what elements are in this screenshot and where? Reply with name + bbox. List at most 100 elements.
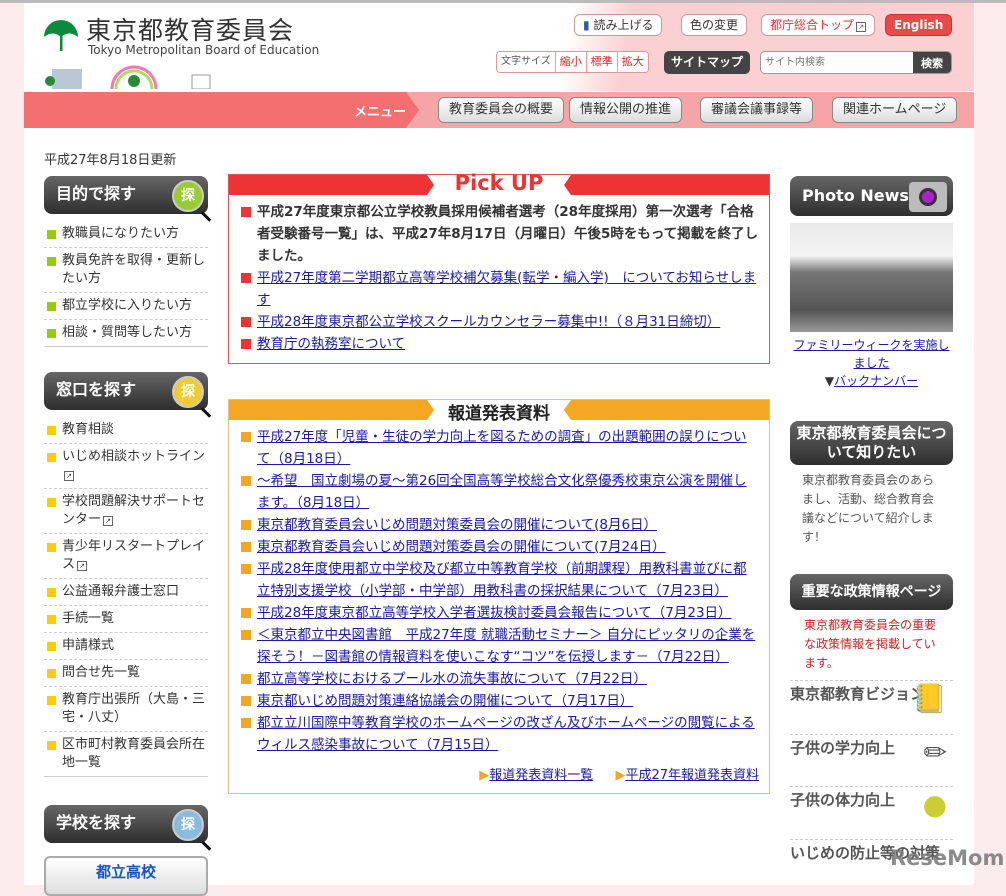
list-item[interactable]: 相談・質問等したい方 [44,320,208,347]
photo-caption-link[interactable]: ファミリーウィークを実施しました [793,338,949,370]
list-item[interactable]: 教員免許を取得・更新したい方 [44,248,208,293]
nav-council-minutes[interactable]: 審議会議事録等 [700,97,814,123]
pickup-item: 平成27年度東京都公立学校教員採用候補者選考（28年度採用）第一次選考「合格者受… [241,201,759,267]
list-item[interactable]: 教育庁出張所（大島・三宅・八丈） [44,687,208,732]
pickup-link[interactable]: 平成27年度第二学期都立高等学校補欠募集(転学・編入学) についてお知らせします [257,270,756,308]
nav-board-overview[interactable]: 教育委員会の概要 [438,97,565,123]
press-link[interactable]: 平成28年度東京都立高等学校入学者選抜検討委員会報告について（7月23日） [257,605,732,621]
magnifier-icon: 探 [172,809,204,841]
press-link[interactable]: 東京都いじめ問題対策連絡協議会の開催について（7月17日） [257,693,633,709]
pickup-header: Pick UP [229,171,769,197]
press-title: 報道発表資料 [448,404,550,424]
press-item: 平成28年度東京都立高等学校入学者選抜検討委員会報告について（7月23日） [241,602,759,624]
sitemap-button[interactable]: サイトマップ [664,51,751,74]
pickup-link[interactable]: 平成28年度東京都公立学校スクールカウンセラー募集中!!（８月31日締切） [257,314,720,330]
page: 東京都教育委員会 Tokyo Metropolitan Board of Edu… [24,3,974,896]
search-button[interactable]: 検索 [913,52,951,73]
pickup-item: 平成27年度第二学期都立高等学校補欠募集(転学・編入学) についてお知らせします [241,267,759,311]
press-item: ～希望 国立劇場の夏～第26回全国高等学校総合文化祭優秀校東京公演を開催します。… [241,470,759,514]
triangle-icon: ▶ [479,768,490,783]
list-item[interactable]: 申請様式 [44,633,208,660]
policy-item-label: 子供の体力向上 [790,791,896,809]
list-item[interactable]: 区市町村教育委員会所在地一覧 [44,732,208,777]
list-item[interactable]: いじめ相談ホットライン ↗ [44,444,208,489]
font-small-button[interactable]: 縮小 [554,52,586,72]
press-item: 東京都教育委員会いじめ問題対策委員会の開催について(7月24日） [241,536,759,558]
press-link[interactable]: 東京都教育委員会いじめ問題対策委員会の開催について(7月24日） [257,539,666,555]
read-aloud-label: 読み上げる [593,18,654,32]
policy-physical-link[interactable]: 子供の体力向上 ● [790,786,953,838]
font-standard-button[interactable]: 標準 [585,52,617,72]
tokyo-ginkgo-logo-icon [44,20,78,51]
notebook-icon: 📒 [912,682,947,715]
press-list-link[interactable]: 報道発表資料一覧 [489,768,593,783]
list-item[interactable]: 問合せ先一覧 [44,660,208,687]
site-search: 検索 [760,51,952,74]
school-scene-illustration [45,65,211,89]
resemom-watermark-logo: ReseMom. [890,846,1006,870]
magnifier-icon: 探 [172,376,204,408]
search-input[interactable] [761,52,911,73]
school-search-heading: 学校を探す 探 [44,805,208,843]
color-change-button[interactable]: 色の変更 [681,14,748,36]
list-item[interactable]: 都立学校に入りたい方 [44,293,208,320]
external-link-icon: ↗ [77,561,88,571]
org-name-en: Tokyo Metropolitan Board of Education [88,43,320,57]
font-large-button[interactable]: 拡大 [616,52,648,72]
list-item[interactable]: 教育相談 [44,417,208,444]
pickup-notice: 平成27年度東京都公立学校教員採用候補者選考（28年度採用）第一次選考「合格者受… [257,204,759,264]
press-link[interactable]: 平成28年度使用都立中学校及び都立中等教育学校（前期課程）用教科書並びに都立特別… [257,561,747,599]
list-item-label: 学校問題解決サポートセンター [62,494,206,527]
font-size-label: 文字サイズ [501,56,551,67]
metro-high-school-button[interactable]: 都立高校 [44,856,208,896]
nav-info-disclosure[interactable]: 情報公開の推進 [569,97,683,123]
triangle-down-icon: ▼ [824,374,835,388]
metro-top-link[interactable]: 都庁総合トップ ↗ [761,14,876,36]
press-link[interactable]: ＜東京都立中央図書館 平成27年度 就職活動セミナー＞ 自分にピッタリの企業を探… [257,627,755,665]
back-number-link[interactable]: バックナンバー [834,374,918,388]
list-item-label: 問合せ先一覧 [62,665,141,680]
press-link[interactable]: 平成27年度「児童・生徒の学力向上を図るための調査」の出題範囲の誤りについて（8… [257,429,747,467]
press-link[interactable]: ～希望 国立劇場の夏～第26回全国高等学校総合文化祭優秀校東京公演を開催します。… [257,473,747,511]
press-link[interactable]: 東京都教育委員会いじめ問題対策委員会の開催について(8月6日） [257,517,657,533]
window-search-heading: 窓口を探す 探 [44,372,208,410]
list-item[interactable]: 学校問題解決サポートセンター ↗ [44,489,208,534]
policy-heading[interactable]: 重要な政策情報ページ [790,574,953,610]
press-more-links: ▶報道発表資料一覧 ▶平成27年報道発表資料 [229,764,769,793]
purpose-search-heading: 目的で探す 探 [44,176,208,214]
read-aloud-button[interactable]: ▮ 読み上げる [574,14,663,36]
list-item[interactable]: 教職員になりたい方 [44,221,208,248]
press-header: 報道発表資料 [229,400,769,424]
font-size-control: 文字サイズ 縮小 標準 拡大 [496,51,649,73]
updated-date: 平成27年8月18日更新 [44,153,177,168]
org-name[interactable]: 東京都教育委員会 [86,11,294,47]
school-search-title: 学校を探す [56,813,137,832]
pickup-title: Pick UP [454,171,544,195]
list-item-label: 教員免許を取得・更新したい方 [62,253,206,286]
list-item-label: 相談・質問等したい方 [62,325,193,340]
nav-related-pages[interactable]: 関連ホームページ [832,97,958,123]
press-link[interactable]: 都立立川国際中等教育学校のホームページの改ざん及びホームページの閲覧によるウィル… [257,715,755,753]
press-item: 都立高等学校におけるプール水の流失事故について（7月22日） [241,668,759,690]
header: 東京都教育委員会 Tokyo Metropolitan Board of Edu… [24,3,974,91]
list-item[interactable]: 公益通報弁護士窓口 [44,579,208,606]
press-item: 東京都教育委員会いじめ問題対策委員会の開催について(8月6日） [241,514,759,536]
list-item[interactable]: 手続一覧 [44,606,208,633]
pickup-link[interactable]: 教育庁の執務室について [257,336,405,352]
press-link[interactable]: 都立高等学校におけるプール水の流失事故について（7月22日） [257,671,647,687]
list-item-label: 都立学校に入りたい方 [62,298,193,313]
press-2015-link[interactable]: 平成27年報道発表資料 [625,768,759,783]
about-board-text: 東京都教育委員会のあらまし、活動、総合教育会議などについて紹介します！ [802,473,935,544]
english-button[interactable]: English [885,14,953,36]
policy-academic-link[interactable]: 子供の学力向上 ✏ [790,734,953,786]
pickup-item: 平成28年度東京都公立学校スクールカウンセラー募集中!!（８月31日締切） [241,311,759,333]
menu-label: メニュー [354,105,407,120]
main-nav: メニュー 教育委員会の概要 情報公開の推進 審議会議事録等 関連ホームページ [24,92,974,128]
photo-news-title: Photo News [802,186,909,205]
policy-vision-link[interactable]: 東京都教育ビジョン 📒 [790,680,953,732]
about-board-heading[interactable]: 東京都教育委員会について知りたい [790,421,953,465]
list-item[interactable]: 青少年リスタートプレイス ↗ [44,534,208,579]
photo-news-image[interactable] [790,223,953,332]
pickup-item: 教育庁の執務室について [241,333,759,355]
photo-caption: ファミリーウィークを実施しました ▼バックナンバー [790,336,953,390]
